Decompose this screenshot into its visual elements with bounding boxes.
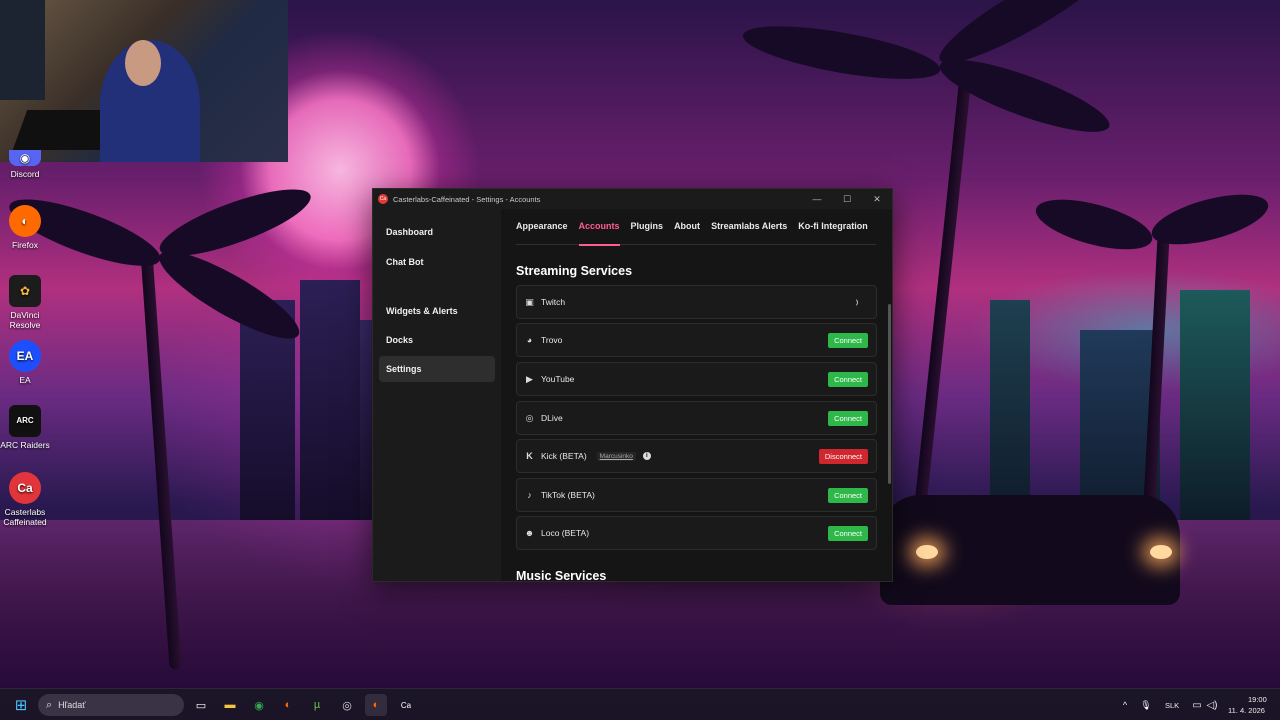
service-row-dlive: ◎ DLive Connect <box>516 401 877 435</box>
desktop-icon-label: Discord <box>10 169 40 179</box>
volume-icon[interactable]: ◁) <box>1201 694 1223 716</box>
firefox-icon[interactable]: ◐ <box>277 694 299 716</box>
tab-about[interactable]: About <box>674 221 700 245</box>
car-illustration <box>880 495 1180 605</box>
desktop-icon-firefox[interactable]: ◐ Firefox <box>0 205 50 250</box>
desktop-icon-davinci-resolve[interactable]: ✿ DaVinci Resolve <box>0 275 50 330</box>
service-name: YouTube <box>541 374 575 384</box>
tab-appearance[interactable]: Appearance <box>516 221 568 245</box>
music-services-heading: Music Services <box>516 569 607 581</box>
maximize-button[interactable]: ☐ <box>832 194 862 205</box>
sidebar-item-dashboard[interactable]: Dashboard <box>379 219 495 245</box>
search-placeholder: Hľadať <box>58 700 86 710</box>
connect-tiktok-button[interactable]: Connect <box>828 487 868 503</box>
service-row-youtube: ▶ YouTube Connect <box>516 362 877 396</box>
dlive-icon: ◎ <box>525 412 534 423</box>
desktop-icon-label: Casterlabs Caffeinated <box>3 507 47 527</box>
taskbar: ⊞ ⌕ Hľadať ▭ ▬ ◉ ◐ µ ◎ ◐ Ca ^ 🎙 SLK ▭ ◁)… <box>0 688 1280 720</box>
search-icon: ⌕ <box>46 698 53 711</box>
settings-content: Appearance Accounts Plugins About Stream… <box>501 209 892 581</box>
sidebar-item-widgets-alerts[interactable]: Widgets & Alerts <box>379 298 495 324</box>
kick-icon: K <box>526 451 533 461</box>
connect-youtube-button[interactable]: Connect <box>828 371 868 387</box>
ea-icon: EA <box>9 340 41 372</box>
tiktok-icon: ♪ <box>527 490 532 500</box>
service-row-kick: K Kick (BETA) Marcusinko i Disconnect <box>516 439 877 473</box>
desktop-icon-casterlabs[interactable]: Ca Casterlabs Caffeinated <box>0 472 50 527</box>
service-row-twitch: ▣ Twitch <box>516 285 877 319</box>
connect-dlive-button[interactable]: Connect <box>828 410 868 426</box>
app-logo-icon: Ca <box>378 194 388 204</box>
casterlabs-taskbar-icon[interactable]: Ca <box>395 694 417 716</box>
sidebar-item-settings[interactable]: Settings <box>379 356 495 382</box>
keyboard-language[interactable]: SLK <box>1165 701 1179 710</box>
service-row-trovo: ◕ Trovo Connect <box>516 323 877 357</box>
service-name: Twitch <box>541 297 566 307</box>
obs-icon[interactable]: ◎ <box>336 694 358 716</box>
desktop-icon-label: Firefox <box>12 240 38 250</box>
disconnect-kick-button[interactable]: Disconnect <box>818 448 868 464</box>
firefox-icon: ◐ <box>9 205 41 237</box>
davinci-resolve-icon: ✿ <box>9 275 41 307</box>
desktop-icon-label: ARC Raiders <box>0 440 50 450</box>
settings-tabs: Appearance Accounts Plugins About Stream… <box>516 221 876 246</box>
task-view-icon[interactable]: ▭ <box>190 694 212 716</box>
tab-plugins[interactable]: Plugins <box>631 221 664 245</box>
service-name: DLive <box>541 413 563 423</box>
service-name: Kick (BETA) <box>541 451 587 461</box>
service-name: Trovo <box>541 335 563 345</box>
info-icon[interactable]: i <box>642 452 651 460</box>
microphone-icon[interactable]: 🎙 <box>1135 694 1157 716</box>
taskbar-search[interactable]: ⌕ Hľadať <box>38 694 184 716</box>
minimize-button[interactable]: — <box>802 194 832 205</box>
twitch-icon: ▣ <box>525 296 534 307</box>
desktop-icon-discord[interactable]: ◉ Discord <box>0 150 50 179</box>
title-bar[interactable]: Ca Casterlabs-Caffeinated - Settings - A… <box>373 189 892 209</box>
connect-loco-button[interactable]: Connect <box>828 525 868 541</box>
connect-trovo-button[interactable]: Connect <box>828 332 868 348</box>
firefox-active-icon[interactable]: ◐ <box>365 694 387 716</box>
desktop-icon-arc-raiders[interactable]: ARC ARC Raiders <box>0 405 50 450</box>
service-name: Loco (BETA) <box>541 528 590 538</box>
window-title: Casterlabs-Caffeinated - Settings - Acco… <box>393 194 541 204</box>
start-button[interactable]: ⊞ <box>10 694 32 716</box>
tray-chevron-icon[interactable]: ^ <box>1114 694 1136 716</box>
service-name: TikTok (BETA) <box>541 490 595 500</box>
loading-spinner-icon <box>849 297 858 307</box>
close-button[interactable]: ✕ <box>862 194 892 205</box>
tab-ko-fi-integration[interactable]: Ko-fi Integration <box>798 221 868 245</box>
clock-date[interactable]: 11. 4. 2026 <box>1228 706 1265 715</box>
youtube-icon: ▶ <box>526 373 533 384</box>
arc-raiders-icon: ARC <box>9 405 41 437</box>
desktop-icon-label: EA <box>19 375 31 385</box>
trovo-icon: ◕ <box>526 335 533 345</box>
sidebar: Dashboard Chat Bot Widgets & Alerts Dock… <box>373 209 501 581</box>
file-explorer-icon[interactable]: ▬ <box>219 694 241 716</box>
tab-streamlabs-alerts[interactable]: Streamlabs Alerts <box>711 221 787 245</box>
utorrent-icon[interactable]: µ <box>306 694 328 716</box>
sidebar-item-chat-bot[interactable]: Chat Bot <box>379 249 495 275</box>
scrollbar[interactable] <box>888 304 891 484</box>
clock-time[interactable]: 19:00 <box>1248 695 1267 704</box>
kick-username-link[interactable]: Marcusinko <box>596 451 636 461</box>
chrome-icon[interactable]: ◉ <box>248 694 270 716</box>
streaming-services-heading: Streaming Services <box>516 264 633 278</box>
tab-accounts[interactable]: Accounts <box>578 221 620 246</box>
sidebar-item-docks[interactable]: Docks <box>379 327 495 353</box>
service-row-tiktok: ♪ TikTok (BETA) Connect <box>516 478 877 512</box>
service-row-loco: ☻ Loco (BETA) Connect <box>516 516 877 550</box>
discord-icon: ◉ <box>9 150 41 166</box>
loco-icon: ☻ <box>524 528 535 538</box>
app-window: Ca Casterlabs-Caffeinated - Settings - A… <box>372 188 893 582</box>
webcam-overlay <box>0 0 288 162</box>
desktop-icon-ea[interactable]: EA EA <box>0 340 50 385</box>
casterlabs-icon: Ca <box>9 472 41 504</box>
desktop-icon-label: DaVinci Resolve <box>9 310 41 330</box>
